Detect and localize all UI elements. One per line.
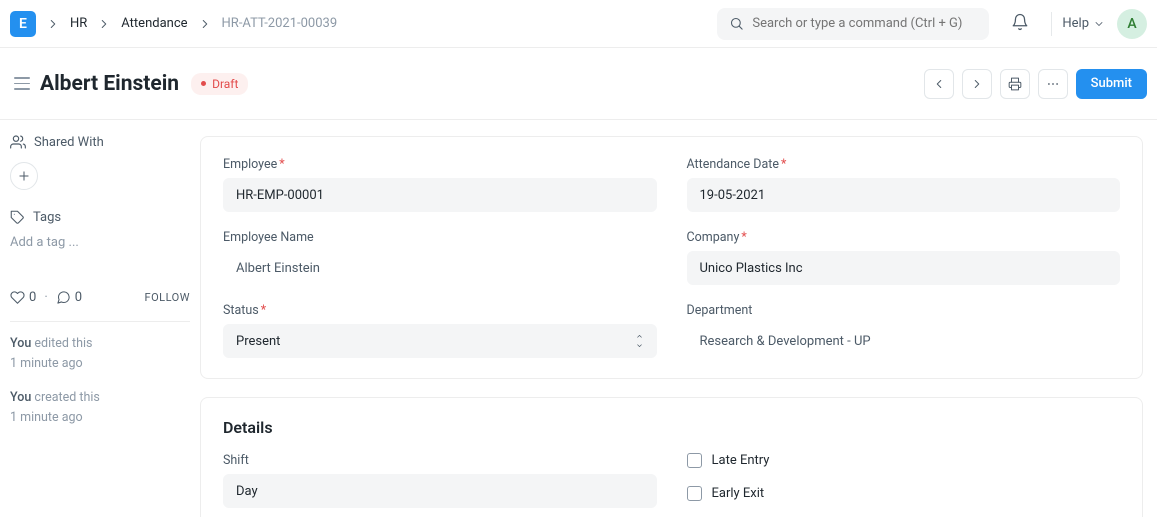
attendance-date-label: Attendance Date* [687,157,1121,172]
app-logo[interactable]: E [10,11,36,37]
chevron-right-icon [970,77,984,91]
early-exit-label: Early Exit [712,486,765,501]
divider [10,321,190,322]
breadcrumb-current: HR-ATT-2021-00039 [216,12,344,35]
company-field: Company* Unico Plastics Inc [687,230,1121,285]
main-form-card: Employee* HR-EMP-00001 Employee Name Alb… [200,136,1143,379]
page-title: Albert Einstein [40,72,179,96]
department-value: Research & Development - UP [687,324,1121,358]
help-label: Help [1062,16,1089,31]
global-search[interactable] [717,8,989,40]
next-button[interactable] [962,69,992,99]
user-avatar[interactable]: A [1117,9,1147,39]
dots-horizontal-icon [1046,77,1060,91]
status-label: Status* [223,303,657,318]
status-field: Status* Present [223,303,657,358]
help-menu[interactable]: Help [1062,16,1105,31]
shift-label: Shift [223,453,657,468]
submit-button[interactable]: Submit [1076,69,1147,99]
page-header: Albert Einstein Draft Submit [0,48,1157,120]
plus-icon [17,169,31,183]
employee-name-value: Albert Einstein [223,251,657,285]
details-section-title: Details [223,418,1120,437]
details-card: Details Shift Day Late Entry Early Ex [200,397,1143,517]
checkbox-icon [687,486,702,501]
add-shared-user-button[interactable] [10,162,38,190]
social-row: 0 · 0 FOLLOW [10,290,190,305]
print-button[interactable] [1000,69,1030,99]
employee-label: Employee* [223,157,657,172]
notifications-button[interactable] [1007,9,1033,39]
breadcrumb-hr[interactable]: HR [64,12,93,35]
divider [1051,12,1052,36]
search-input[interactable] [752,16,977,31]
status-dot-icon [201,81,206,86]
comment-count: 0 [75,290,82,305]
follow-button[interactable]: FOLLOW [145,291,190,304]
attendance-date-input[interactable]: 19-05-2021 [687,178,1121,212]
comment-button[interactable]: 0 [56,290,82,305]
like-count: 0 [29,290,36,305]
info-sidebar: Shared With Tags Add a tag ... 0 · 0 FOL… [0,120,200,517]
company-label: Company* [687,230,1121,245]
attendance-date-field: Attendance Date* 19-05-2021 [687,157,1121,212]
add-tag-input[interactable]: Add a tag ... [10,235,190,250]
printer-icon [1008,77,1022,91]
chevron-down-icon [1093,18,1105,30]
checkbox-icon [687,453,702,468]
activity-entry: You created this 1 minute ago [10,388,190,428]
bell-icon [1011,13,1029,31]
department-label: Department [687,303,1121,318]
status-badge: Draft [191,73,248,95]
action-buttons: Submit [924,69,1147,99]
shared-with-row[interactable]: Shared With [10,128,190,156]
company-input[interactable]: Unico Plastics Inc [687,251,1121,285]
employee-field: Employee* HR-EMP-00001 [223,157,657,212]
employee-input[interactable]: HR-EMP-00001 [223,178,657,212]
sidebar-toggle[interactable] [10,72,34,96]
users-icon [10,134,26,150]
employee-name-field: Employee Name Albert Einstein [223,230,657,285]
tags-label: Tags [33,210,61,225]
form-area: Employee* HR-EMP-00001 Employee Name Alb… [200,120,1157,517]
prev-button[interactable] [924,69,954,99]
status-badge-text: Draft [212,77,238,91]
chevron-right-icon [198,17,212,31]
breadcrumb-attendance[interactable]: Attendance [115,12,193,35]
shared-with-label: Shared With [34,135,104,150]
shift-field: Shift Day [223,453,657,508]
like-button[interactable]: 0 [10,290,36,305]
chevron-right-icon [46,17,60,31]
chevron-right-icon [97,17,111,31]
late-entry-checkbox[interactable]: Late Entry [687,453,1121,468]
heart-icon [10,290,25,305]
dot-separator: · [44,290,47,305]
late-entry-label: Late Entry [712,453,770,468]
shift-input[interactable]: Day [223,474,657,508]
status-value: Present [236,334,280,349]
top-bar: E HR Attendance HR-ATT-2021-00039 Help A [0,0,1157,48]
chevron-left-icon [932,77,946,91]
comment-icon [56,290,71,305]
tags-row: Tags [10,210,190,225]
more-menu-button[interactable] [1038,69,1068,99]
select-arrows-icon [635,332,644,350]
status-select[interactable]: Present [223,324,657,358]
search-icon [729,16,744,31]
employee-name-label: Employee Name [223,230,657,245]
early-exit-checkbox[interactable]: Early Exit [687,486,1121,501]
department-field: Department Research & Development - UP [687,303,1121,358]
breadcrumb: HR Attendance HR-ATT-2021-00039 [44,12,343,35]
activity-entry: You edited this 1 minute ago [10,334,190,374]
tag-icon [10,210,25,225]
